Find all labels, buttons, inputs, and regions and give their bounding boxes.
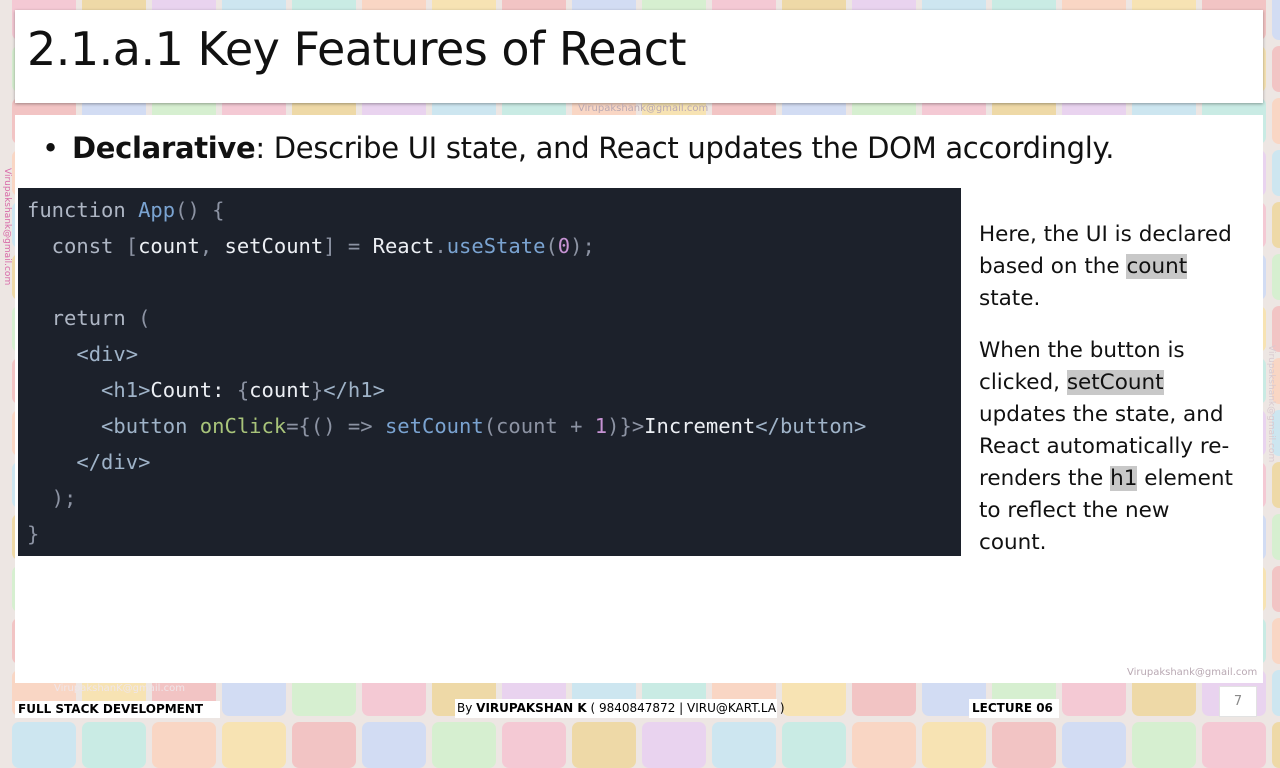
author-name: VIRUPAKSHAN K [476, 701, 587, 715]
page-number: 7 [1219, 686, 1257, 717]
highlight-h1: h1 [1110, 466, 1138, 491]
bullet-dot-icon: • [42, 131, 59, 165]
author-prefix: By [457, 701, 477, 715]
watermark-bottom-left: VirupakshanK@gmail.com [54, 683, 185, 694]
footer-lecture: LECTURE 06 [969, 699, 1059, 718]
explanation-paragraph-1: Here, the UI is declared based on the co… [979, 219, 1239, 315]
code-line: ); [27, 486, 77, 510]
content-box: • Declarative: Describe UI state, and Rea… [15, 115, 1263, 683]
code-line: <h1>Count: {count}</h1> [27, 378, 385, 402]
code-line: } [27, 522, 40, 546]
code-line: return ( [27, 306, 151, 330]
code-line: </div> [27, 450, 151, 474]
code-line: <div> [27, 342, 139, 366]
bullet-declarative: • Declarative: Describe UI state, and Rea… [42, 131, 1114, 165]
watermark-vertical-left: Virupakshank@gmail.com [2, 168, 12, 286]
code-line: <button onClick={() => setCount(count + … [27, 414, 867, 438]
code-line: const [count, setCount] = React.useState… [27, 234, 595, 258]
code-line: function App() { [27, 198, 225, 222]
author-contact: ( 9840847872 | VIRU@KART.LA ) [586, 701, 785, 715]
bullet-term: Declarative [72, 131, 256, 165]
code-block: function App() { const [count, setCount]… [27, 192, 866, 552]
footer-course: FULL STACK DEVELOPMENT [15, 701, 220, 718]
footer-author: By VIRUPAKSHAN K ( 9840847872 | VIRU@KAR… [455, 699, 785, 718]
explanation-text: Here, the UI is declared based on the co… [979, 219, 1239, 579]
highlight-setcount: setCount [1066, 370, 1164, 395]
watermark-top: Virupakshank@gmail.com [578, 103, 709, 114]
highlight-count: count [1126, 254, 1188, 279]
title-box: 2.1.a.1 Key Features of React [15, 10, 1263, 103]
explanation-paragraph-2: When the button is clicked, setCount upd… [979, 335, 1239, 559]
text-run: Here, the UI is declared based on the [979, 222, 1232, 279]
text-run: state. [979, 286, 1041, 311]
watermark-bottom-right: Virupakshank@gmail.com [1127, 667, 1258, 678]
slide-title: 2.1.a.1 Key Features of React [27, 22, 687, 76]
watermark-vertical-right: Virupakshank@gmail.com [1266, 345, 1276, 463]
bullet-description: : Describe UI state, and React updates t… [255, 131, 1115, 165]
code-screenshot: function App() { const [count, setCount]… [18, 188, 961, 556]
